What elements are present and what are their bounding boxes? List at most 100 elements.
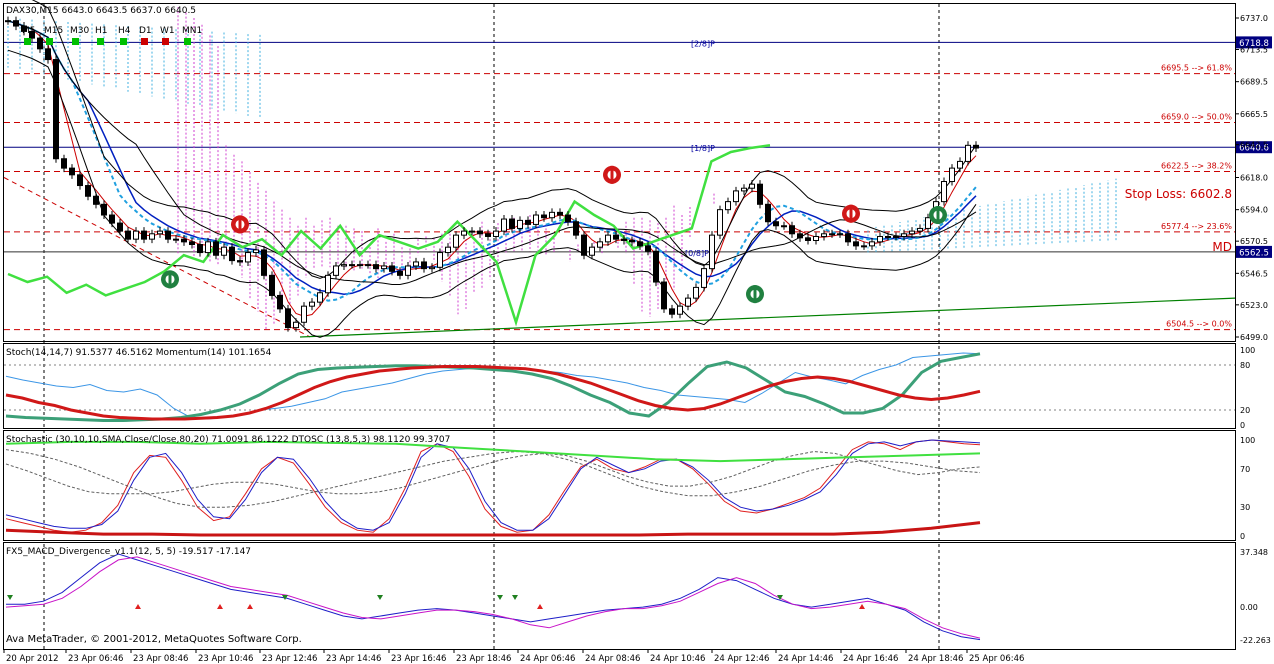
price-tag-label: 6562.5	[1239, 248, 1269, 258]
candle-body	[13, 20, 19, 27]
y-tick-label: 30	[1240, 503, 1250, 512]
timeframe-status-square	[24, 38, 31, 45]
candle-body	[725, 201, 731, 211]
timeframe-status-square	[46, 38, 53, 45]
timeframe-status-square	[141, 38, 148, 45]
chart-canvas: 6695.5 --> 61.8% 6659.0 --> 50.0% 6622.5 -…	[0, 0, 1274, 664]
candle-body	[85, 185, 91, 197]
candle-body	[173, 238, 179, 241]
x-tick-label: 24 Apr 14:46	[778, 654, 833, 664]
candle-body	[125, 230, 131, 240]
candle-body	[261, 249, 267, 276]
y-tick-label: 70	[1240, 465, 1250, 474]
candle-body	[277, 294, 283, 310]
timeframe-label: MN1	[182, 26, 202, 36]
x-tick-label: 24 Apr 16:46	[843, 654, 898, 664]
candle-body	[117, 222, 123, 232]
candle-body	[613, 234, 619, 240]
y-tick-label: 6523.0	[1240, 301, 1268, 310]
candle-body	[621, 238, 627, 241]
symbol-header: DAX30,M15 6643.0 6643.5 6637.0 6640.5	[6, 6, 196, 16]
candle-body	[861, 245, 867, 248]
candle-body	[69, 167, 75, 176]
candle-body	[93, 195, 99, 205]
candle-body	[589, 246, 595, 256]
candle-body	[757, 183, 763, 205]
candle-body	[509, 218, 515, 229]
candle-body	[445, 246, 451, 254]
timeframe-status-square	[72, 38, 79, 45]
candle-body	[853, 241, 859, 247]
candle-body	[549, 211, 555, 219]
candle-body	[381, 265, 387, 270]
candle-body	[245, 252, 251, 263]
candle-body	[669, 308, 675, 315]
timeframe-status-square	[184, 38, 191, 45]
y-tick-label: 6570.5	[1240, 237, 1268, 246]
x-tick-label: 23 Apr 14:46	[326, 654, 381, 664]
candle-body	[565, 214, 571, 223]
candle-body	[325, 274, 331, 294]
candle-body	[53, 59, 59, 160]
stochastic2-label: Stochastic (30,10,10,SMA,Close/Close,80,…	[6, 435, 450, 445]
buy-signal-icon	[161, 270, 179, 289]
candle-body	[677, 305, 683, 315]
candle-body	[477, 230, 483, 235]
y-tick-label: 0	[1240, 532, 1245, 541]
x-tick-label: 23 Apr 18:46	[456, 654, 511, 664]
y-tick-label: 6737.0	[1240, 14, 1268, 23]
candle-body	[797, 233, 803, 239]
candle-body	[629, 239, 635, 243]
candle-body	[501, 218, 507, 232]
y-tick-label: 20	[1240, 406, 1250, 415]
candle-body	[661, 281, 667, 310]
x-tick-label: 23 Apr 12:46	[262, 654, 317, 664]
candle-body	[333, 265, 339, 276]
candle-body	[397, 270, 403, 276]
murrey-level-label: [2/8]P	[691, 39, 715, 48]
fib-level-label: 6659.0 --> 50.0%	[1161, 113, 1232, 122]
candle-body	[429, 266, 435, 270]
candle-body	[749, 183, 755, 189]
candle-body	[309, 301, 315, 307]
candle-body	[869, 241, 875, 247]
candle-body	[821, 233, 827, 237]
candle-body	[813, 235, 819, 241]
candle-body	[557, 211, 563, 216]
candle-body	[701, 268, 707, 288]
candle-body	[965, 144, 971, 162]
x-tick-label: 23 Apr 06:46	[68, 654, 123, 664]
x-tick-label: 23 Apr 08:46	[133, 654, 188, 664]
macd-label: FX5_MACD_Divergence_v1.1(12, 5, 5) -19.5…	[6, 547, 251, 557]
candle-body	[189, 241, 195, 246]
candle-body	[773, 221, 779, 227]
candle-body	[165, 230, 171, 240]
candle-body	[101, 203, 107, 216]
fib-level-label: 6622.5 --> 38.2%	[1161, 161, 1232, 170]
candle-body	[37, 37, 43, 50]
candle-body	[301, 305, 307, 323]
candle-body	[453, 234, 459, 248]
candle-body	[685, 297, 691, 307]
candle-body	[437, 252, 443, 268]
timeframe-label: H4	[118, 26, 131, 36]
candle-body	[293, 321, 299, 329]
candle-body	[461, 230, 467, 236]
candle-body	[349, 264, 355, 267]
timeframe-label: H1	[95, 26, 108, 36]
candle-body	[77, 174, 83, 187]
candle-body	[421, 261, 427, 270]
y-tick-label: 6689.5	[1240, 78, 1268, 87]
candle-body	[5, 20, 11, 23]
candle-body	[45, 48, 51, 61]
candle-body	[637, 241, 643, 247]
candle-body	[789, 225, 795, 235]
x-tick-label: 24 Apr 10:46	[650, 654, 705, 664]
x-tick-label: 23 Apr 10:46	[198, 654, 253, 664]
y-tick-label: 0	[1240, 421, 1245, 430]
timeframe-label: W1	[160, 26, 175, 36]
sell-signal-icon	[231, 215, 249, 234]
timeframe-label: M15	[44, 26, 63, 36]
candle-body	[837, 233, 843, 236]
candle-body	[533, 214, 539, 225]
